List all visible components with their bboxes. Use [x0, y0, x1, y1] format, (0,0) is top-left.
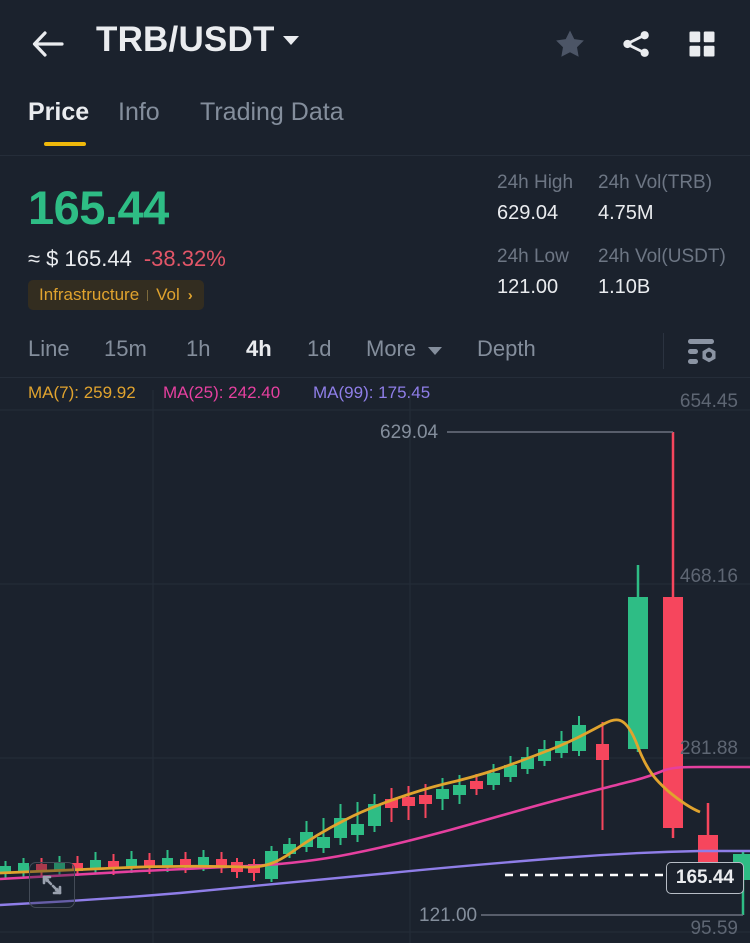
- chevron-down-icon[interactable]: [283, 36, 299, 45]
- period-high-label: 629.04: [380, 422, 438, 444]
- star-icon: [553, 28, 587, 61]
- chart-toolbar: Line 15m 1h 4h 1d More Depth: [0, 325, 750, 377]
- y-axis-tick-3: 95.59: [690, 918, 738, 940]
- stat-value: 1.10B: [598, 276, 726, 299]
- candle-series: [1, 432, 750, 915]
- stat-24h-low: 24h Low 121.00: [497, 246, 569, 299]
- expand-fullscreen-icon: [39, 872, 65, 898]
- stat-label: 24h Low: [497, 246, 569, 268]
- price-change-percent: -38.32%: [144, 246, 226, 271]
- price-approx-usd: ≈ $ 165.44: [28, 246, 132, 271]
- spike-up-candle: [628, 565, 648, 752]
- stat-value: 629.04: [497, 202, 573, 225]
- last-price: 165.44: [28, 180, 169, 235]
- toolbar-depth[interactable]: Depth: [477, 336, 536, 362]
- indicator-settings-icon: [682, 336, 722, 368]
- y-axis-tick-2: 281.88: [680, 738, 738, 760]
- price-approx-row: ≈ $ 165.44 -38.32%: [28, 246, 226, 272]
- grid-icon: [687, 29, 717, 59]
- share-button[interactable]: [618, 26, 654, 62]
- tag-vol-label: Vol: [156, 285, 180, 305]
- chevron-down-icon[interactable]: [428, 347, 442, 355]
- current-price-badge: 165.44: [666, 862, 744, 894]
- page-title[interactable]: TRB/USDT: [96, 20, 275, 60]
- tab-active-indicator: [44, 142, 86, 146]
- indicator-settings-button[interactable]: [682, 336, 722, 368]
- tab-trading-data[interactable]: Trading Data: [200, 98, 344, 127]
- share-icon: [620, 28, 652, 60]
- stat-value: 4.75M: [598, 202, 712, 225]
- stat-label: 24h Vol(USDT): [598, 246, 726, 268]
- stat-label: 24h Vol(TRB): [598, 172, 712, 194]
- arrow-left-icon: [31, 29, 65, 59]
- stat-value: 121.00: [497, 276, 569, 299]
- toolbar-more[interactable]: More: [366, 336, 416, 362]
- tab-info[interactable]: Info: [118, 98, 160, 127]
- spike-down-candle: [663, 432, 683, 838]
- expand-chart-button[interactable]: [29, 862, 75, 908]
- tag-divider: [147, 290, 148, 301]
- y-axis-tick-0: 654.45: [680, 391, 738, 413]
- favorite-star-button[interactable]: [552, 26, 588, 62]
- ma-7-line: [0, 720, 700, 873]
- toolbar-line[interactable]: Line: [28, 336, 70, 362]
- stat-24h-vol-usdt: 24h Vol(USDT) 1.10B: [598, 246, 726, 299]
- back-button[interactable]: [26, 22, 70, 66]
- toolbar-bottom-divider: [0, 377, 750, 378]
- stat-24h-vol-trb: 24h Vol(TRB) 4.75M: [598, 172, 712, 225]
- toolbar-1d[interactable]: 1d: [307, 336, 331, 362]
- toolbar-15m[interactable]: 15m: [104, 336, 147, 362]
- period-low-label: 121.00: [419, 905, 477, 927]
- tag-category-label: Infrastructure: [39, 285, 139, 305]
- toolbar-divider: [663, 333, 664, 369]
- stat-label: 24h High: [497, 172, 573, 194]
- y-axis-tick-1: 468.16: [680, 566, 738, 588]
- trading-chart-screen: TRB/USDT Price Info: [0, 0, 750, 943]
- section-tabs: Price Info Trading Data: [0, 98, 750, 156]
- candlestick-chart[interactable]: BINANCE: [0, 390, 750, 943]
- more-menu-button[interactable]: [684, 26, 720, 62]
- stat-24h-high: 24h High 629.04: [497, 172, 573, 225]
- category-tag[interactable]: Infrastructure Vol ›: [28, 280, 204, 310]
- tab-price[interactable]: Price: [28, 98, 89, 127]
- toolbar-4h[interactable]: 4h: [246, 336, 272, 362]
- chevron-right-icon: ›: [188, 287, 193, 304]
- toolbar-1h[interactable]: 1h: [186, 336, 210, 362]
- chart-canvas: [0, 390, 750, 943]
- app-header: TRB/USDT: [0, 0, 750, 86]
- tabs-divider: [0, 155, 750, 156]
